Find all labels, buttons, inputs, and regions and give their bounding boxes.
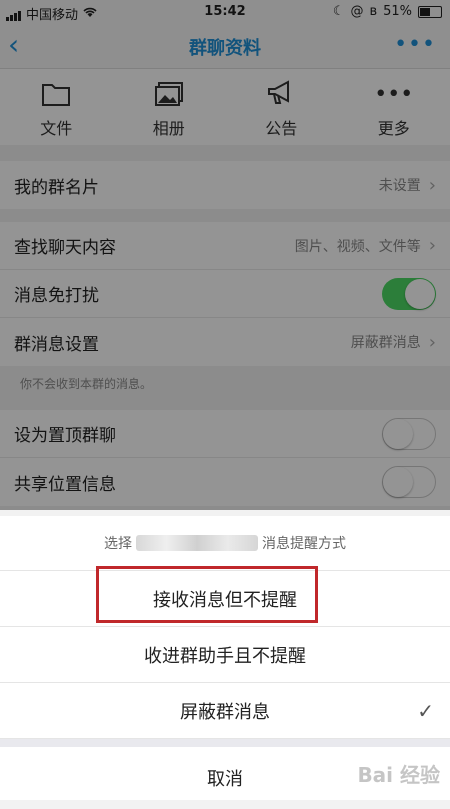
modal-backdrop[interactable] [0, 0, 450, 510]
checkmark-icon: ✓ [417, 699, 434, 723]
option-block-messages[interactable]: 屏蔽群消息 ✓ [0, 683, 450, 739]
option-label: 收进群助手且不提醒 [144, 642, 306, 668]
blurred-group-name [136, 535, 258, 551]
sheet-divider [0, 739, 450, 747]
option-group-assistant[interactable]: 收进群助手且不提醒 [0, 627, 450, 683]
sheet-title: 选择 消息提醒方式 [0, 516, 450, 571]
action-sheet: 选择 消息提醒方式 接收消息但不提醒 收进群助手且不提醒 屏蔽群消息 ✓ 取消 [0, 516, 450, 800]
sheet-title-suffix: 消息提醒方式 [262, 533, 346, 553]
sheet-title-prefix: 选择 [104, 533, 132, 553]
highlight-annotation [96, 566, 318, 623]
watermark: Bai 经验 [357, 759, 440, 788]
option-label: 屏蔽群消息 [180, 698, 270, 724]
